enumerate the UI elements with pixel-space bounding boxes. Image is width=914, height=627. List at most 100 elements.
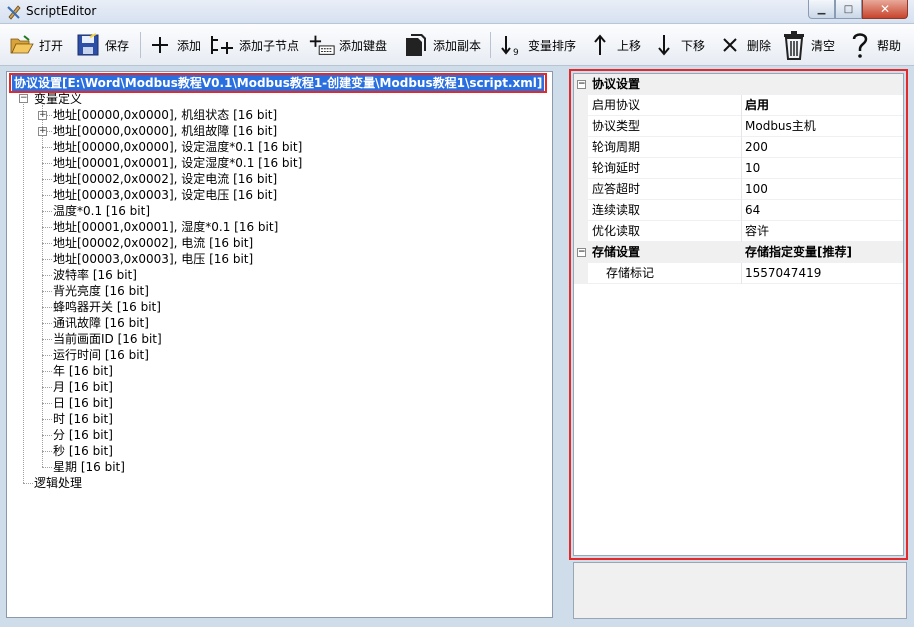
property-row[interactable]: 启用协议 启用 (574, 95, 903, 116)
tree-node-label: 日 [16 bit] (53, 396, 113, 410)
close-button[interactable]: ✕ (862, 0, 908, 19)
tree-node-label: 秒 [16 bit] (53, 444, 113, 458)
clear-label: 清空 (811, 38, 836, 53)
property-row[interactable]: 协议类型 Modbus主机 (574, 116, 903, 137)
property-grid[interactable]: − 协议设置 启用协议 启用 协议类型 Modbus主机 轮询周期 200 轮询延时 10 应答超时… (573, 73, 904, 556)
add-label: 添加 (177, 38, 202, 53)
tree-node-label: 地址[00003,0x0003], 设定电压 [16 bit] (53, 188, 278, 202)
property-row[interactable]: 存储标记 1557047419 (574, 263, 903, 284)
tree-line (42, 467, 52, 468)
tree-node-variable[interactable]: 日 [16 bit] (53, 395, 113, 411)
collapse-icon[interactable]: − (577, 80, 586, 89)
tree-node-variable[interactable]: 月 [16 bit] (53, 379, 113, 395)
tree-root-node[interactable]: 协议设置[E:\Word\Modbus教程V0.1\Modbus教程1-创建变量… (12, 75, 545, 91)
tree-line (42, 419, 52, 420)
property-row[interactable]: 轮询延时 10 (574, 158, 903, 179)
tree-node-variable[interactable]: 地址[00000,0x0000], 设定温度*0.1 [16 bit] (53, 139, 302, 155)
tree-node-variable[interactable]: 地址[00002,0x0002], 电流 [16 bit] (53, 235, 253, 251)
tree-node-variable[interactable]: 波特率 [16 bit] (53, 267, 137, 283)
property-value[interactable]: 10 (745, 158, 760, 178)
save-button[interactable]: 保存 (74, 30, 129, 60)
tree-node-variable[interactable]: 分 [16 bit] (53, 427, 113, 443)
tree-node-label: 地址[00002,0x0002], 设定电流 [16 bit] (53, 172, 278, 186)
open-button[interactable]: 打开 (8, 30, 63, 60)
tree-line (42, 387, 52, 388)
tree-node-label: 运行时间 [16 bit] (53, 348, 149, 362)
tree-node-variable[interactable]: 运行时间 [16 bit] (53, 347, 149, 363)
tree-node-variable[interactable]: 地址[00001,0x0001], 湿度*0.1 [16 bit] (53, 219, 278, 235)
tree-node-variable[interactable]: 星期 [16 bit] (53, 459, 125, 475)
property-grid-highlight: − 协议设置 启用协议 启用 协议类型 Modbus主机 轮询周期 200 轮询延时 10 应答超时… (569, 69, 908, 560)
row-gutter (574, 116, 588, 137)
tree-line (42, 163, 52, 164)
property-name: 优化读取 (592, 224, 641, 238)
add-button[interactable]: 添加 (146, 30, 201, 60)
trash-icon (780, 31, 808, 60)
tree-line (42, 339, 52, 340)
tree-node-variable[interactable]: 年 [16 bit] (53, 363, 113, 379)
property-value[interactable]: Modbus主机 (745, 116, 816, 136)
sort-variables-button[interactable]: 9 变量排序 (497, 30, 576, 60)
add-copy-button[interactable]: 添加副本 (402, 30, 481, 60)
property-category[interactable]: − 协议设置 (574, 74, 903, 95)
property-value[interactable]: 容许 (745, 221, 769, 241)
tree-line (23, 104, 24, 483)
row-gutter (574, 158, 588, 179)
tree-node-variable[interactable]: 地址[00002,0x0002], 设定电流 [16 bit] (53, 171, 277, 187)
variable-tree[interactable]: 协议设置[E:\Word\Modbus教程V0.1\Modbus教程1-创建变量… (6, 71, 553, 618)
tree-line (42, 403, 52, 404)
column-divider (741, 179, 742, 200)
property-value[interactable]: 启用 (745, 95, 769, 115)
tree-node-variables[interactable]: − 变量定义 (19, 91, 82, 107)
tree-node-variable[interactable]: 时 [16 bit] (53, 411, 113, 427)
sort-icon: 9 (497, 31, 525, 59)
tree-node-variable[interactable]: 通讯故障 [16 bit] (53, 315, 149, 331)
tree-line (42, 435, 52, 436)
expand-icon[interactable]: + (38, 127, 47, 136)
maximize-button[interactable]: □ (835, 0, 862, 19)
tree-node-variable[interactable]: 地址[00000,0x0000], 机组状态 [16 bit] (53, 107, 277, 123)
clear-button[interactable]: 清空 (780, 30, 835, 60)
property-row[interactable]: 优化读取 容许 (574, 221, 903, 242)
tree-node-variable[interactable]: 地址[00000,0x0000], 机组故障 [16 bit] (53, 123, 277, 139)
property-category[interactable]: − 存储设置 存储指定变量[推荐] (574, 242, 903, 263)
collapse-icon[interactable]: − (577, 248, 586, 257)
add-keyboard-button[interactable]: 添加键盘 (308, 30, 387, 60)
tree-node-label: 逻辑处理 (34, 476, 83, 490)
property-value[interactable]: 1557047419 (745, 263, 821, 283)
property-value[interactable]: 64 (745, 200, 760, 220)
help-button[interactable]: 帮助 (846, 30, 901, 60)
tree-node-logic[interactable]: 逻辑处理 (19, 475, 82, 491)
tree-node-variable[interactable]: 地址[00003,0x0003], 电压 [16 bit] (53, 251, 253, 267)
tree-node-variable[interactable]: 地址[00001,0x0001], 设定湿度*0.1 [16 bit] (53, 155, 302, 171)
tree-node-variable[interactable]: 当前画面ID [16 bit] (53, 331, 162, 347)
move-down-label: 下移 (681, 38, 706, 53)
property-name: 存储标记 (606, 266, 655, 280)
add-child-label: 添加子节点 (239, 38, 300, 53)
tree-node-variable[interactable]: 地址[00003,0x0003], 设定电压 [16 bit] (53, 187, 277, 203)
column-divider (741, 263, 742, 284)
property-row[interactable]: 连续读取 64 (574, 200, 903, 221)
row-gutter (574, 200, 588, 221)
keyboard-icon (308, 31, 336, 59)
property-value[interactable]: 200 (745, 137, 768, 157)
delete-button[interactable]: 删除 (716, 30, 771, 60)
property-row[interactable]: 应答超时 100 (574, 179, 903, 200)
title-bar: ScriptEditor ▁ □ ✕ (0, 0, 914, 24)
move-down-button[interactable]: 下移 (650, 30, 705, 60)
expand-icon[interactable]: + (38, 111, 47, 120)
tree-node-variable[interactable]: 温度*0.1 [16 bit] (53, 203, 150, 219)
property-name: 应答超时 (592, 182, 641, 196)
sort-label: 变量排序 (528, 38, 577, 53)
tree-node-variable[interactable]: 背光亮度 [16 bit] (53, 283, 149, 299)
tree-node-label: 地址[00000,0x0000], 设定温度*0.1 [16 bit] (53, 140, 303, 154)
tree-line (42, 275, 52, 276)
property-row[interactable]: 轮询周期 200 (574, 137, 903, 158)
add-child-button[interactable]: 添加子节点 (208, 30, 299, 60)
move-up-button[interactable]: 上移 (586, 30, 641, 60)
minimize-button[interactable]: ▁ (808, 0, 835, 19)
tree-node-label: 年 [16 bit] (53, 364, 113, 378)
tree-node-variable[interactable]: 秒 [16 bit] (53, 443, 113, 459)
tree-node-variable[interactable]: 蜂鸣器开关 [16 bit] (53, 299, 161, 315)
property-value[interactable]: 100 (745, 179, 768, 199)
